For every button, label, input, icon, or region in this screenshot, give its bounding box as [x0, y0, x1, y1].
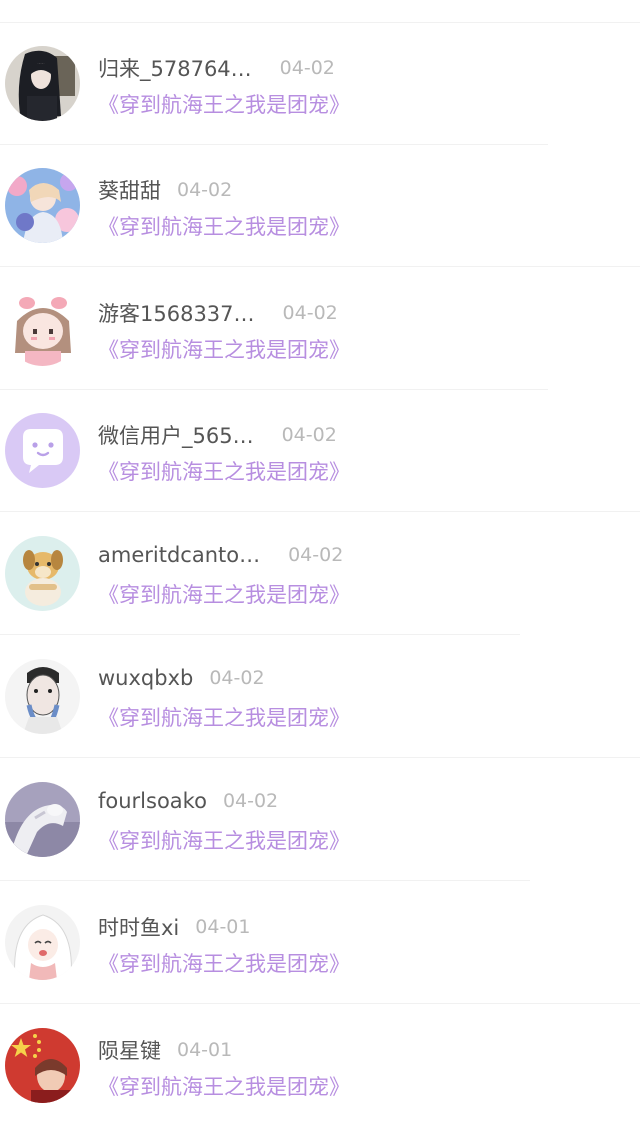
- comment-date: 04-02: [177, 179, 233, 201]
- book-title-link[interactable]: 《穿到航海王之我是团宠》: [98, 456, 350, 486]
- book-title-link[interactable]: 《穿到航海王之我是团宠》: [98, 579, 350, 609]
- dark-haired-girl-avatar-icon[interactable]: [5, 46, 80, 121]
- comment-date: 04-02: [222, 790, 279, 812]
- list-item[interactable]: fourlsoako 04-02 《穿到航海王之我是团宠》: [0, 759, 640, 881]
- row-divider: [0, 266, 640, 267]
- username[interactable]: wuxqbxb: [98, 666, 193, 690]
- book-title-link[interactable]: 《穿到航海王之我是团宠》: [98, 1071, 350, 1101]
- book-title-link[interactable]: 《穿到航海王之我是团宠》: [98, 334, 350, 364]
- white-haired-anime-avatar-icon[interactable]: [5, 905, 80, 980]
- book-title-link[interactable]: 《穿到航海王之我是团宠》: [98, 702, 350, 732]
- list-item[interactable]: 葵甜甜 04-02 《穿到航海王之我是团宠》: [0, 145, 640, 267]
- book-title-link[interactable]: 《穿到航海王之我是团宠》: [98, 89, 350, 119]
- row-divider: [0, 757, 640, 758]
- row-divider: [0, 1003, 640, 1004]
- book-title-link[interactable]: 《穿到航海王之我是团宠》: [98, 211, 350, 241]
- username[interactable]: 葵甜甜: [98, 175, 161, 205]
- sketched-face-avatar-icon[interactable]: [5, 659, 80, 734]
- comment-date: 04-02: [281, 424, 337, 446]
- list-item[interactable]: 微信用户_565… 04-02 《穿到航海王之我是团宠》: [0, 390, 640, 512]
- username[interactable]: 归来_578764…: [98, 53, 252, 83]
- comment-date: 04-02: [282, 302, 338, 324]
- list-item[interactable]: 游客1568337… 04-02 《穿到航海王之我是团宠》: [0, 268, 640, 390]
- cosplay-girl-avatar-icon[interactable]: [5, 168, 80, 243]
- username[interactable]: 陨星键: [98, 1035, 161, 1065]
- list-item[interactable]: wuxqbxb 04-02 《穿到航海王之我是团宠》: [0, 636, 640, 758]
- list-item[interactable]: 归来_578764… 04-02 《穿到航海王之我是团宠》: [0, 23, 640, 145]
- username[interactable]: 游客1568337…: [98, 298, 255, 328]
- comment-date: 04-02: [209, 667, 265, 689]
- row-divider: [0, 634, 520, 635]
- username[interactable]: 时时鱼xi: [98, 912, 179, 942]
- username[interactable]: 微信用户_565…: [98, 420, 254, 450]
- chat-bubble-avatar-icon[interactable]: [5, 413, 80, 488]
- comment-date: 04-02: [279, 57, 335, 79]
- comment-date: 04-02: [288, 544, 344, 566]
- list-item[interactable]: 时时鱼xi 04-01 《穿到航海王之我是团宠》: [0, 882, 640, 1004]
- book-title-link[interactable]: 《穿到航海王之我是团宠》: [98, 825, 350, 855]
- username[interactable]: fourlsoako: [98, 789, 207, 813]
- puppy-avatar-icon[interactable]: [5, 536, 80, 611]
- pink-anime-girl-avatar-icon[interactable]: [5, 291, 80, 366]
- row-divider: [0, 511, 640, 512]
- sculpture-hand-avatar-icon[interactable]: [5, 782, 80, 857]
- comment-date: 04-01: [195, 916, 251, 938]
- username[interactable]: ameritdcanto…: [98, 543, 260, 567]
- comment-date: 04-01: [177, 1039, 233, 1061]
- list-item[interactable]: ameritdcanto… 04-02 《穿到航海王之我是团宠》: [0, 513, 640, 635]
- row-divider: [0, 880, 530, 881]
- flag-avatar-icon[interactable]: [5, 1028, 80, 1103]
- book-title-link[interactable]: 《穿到航海王之我是团宠》: [98, 948, 350, 978]
